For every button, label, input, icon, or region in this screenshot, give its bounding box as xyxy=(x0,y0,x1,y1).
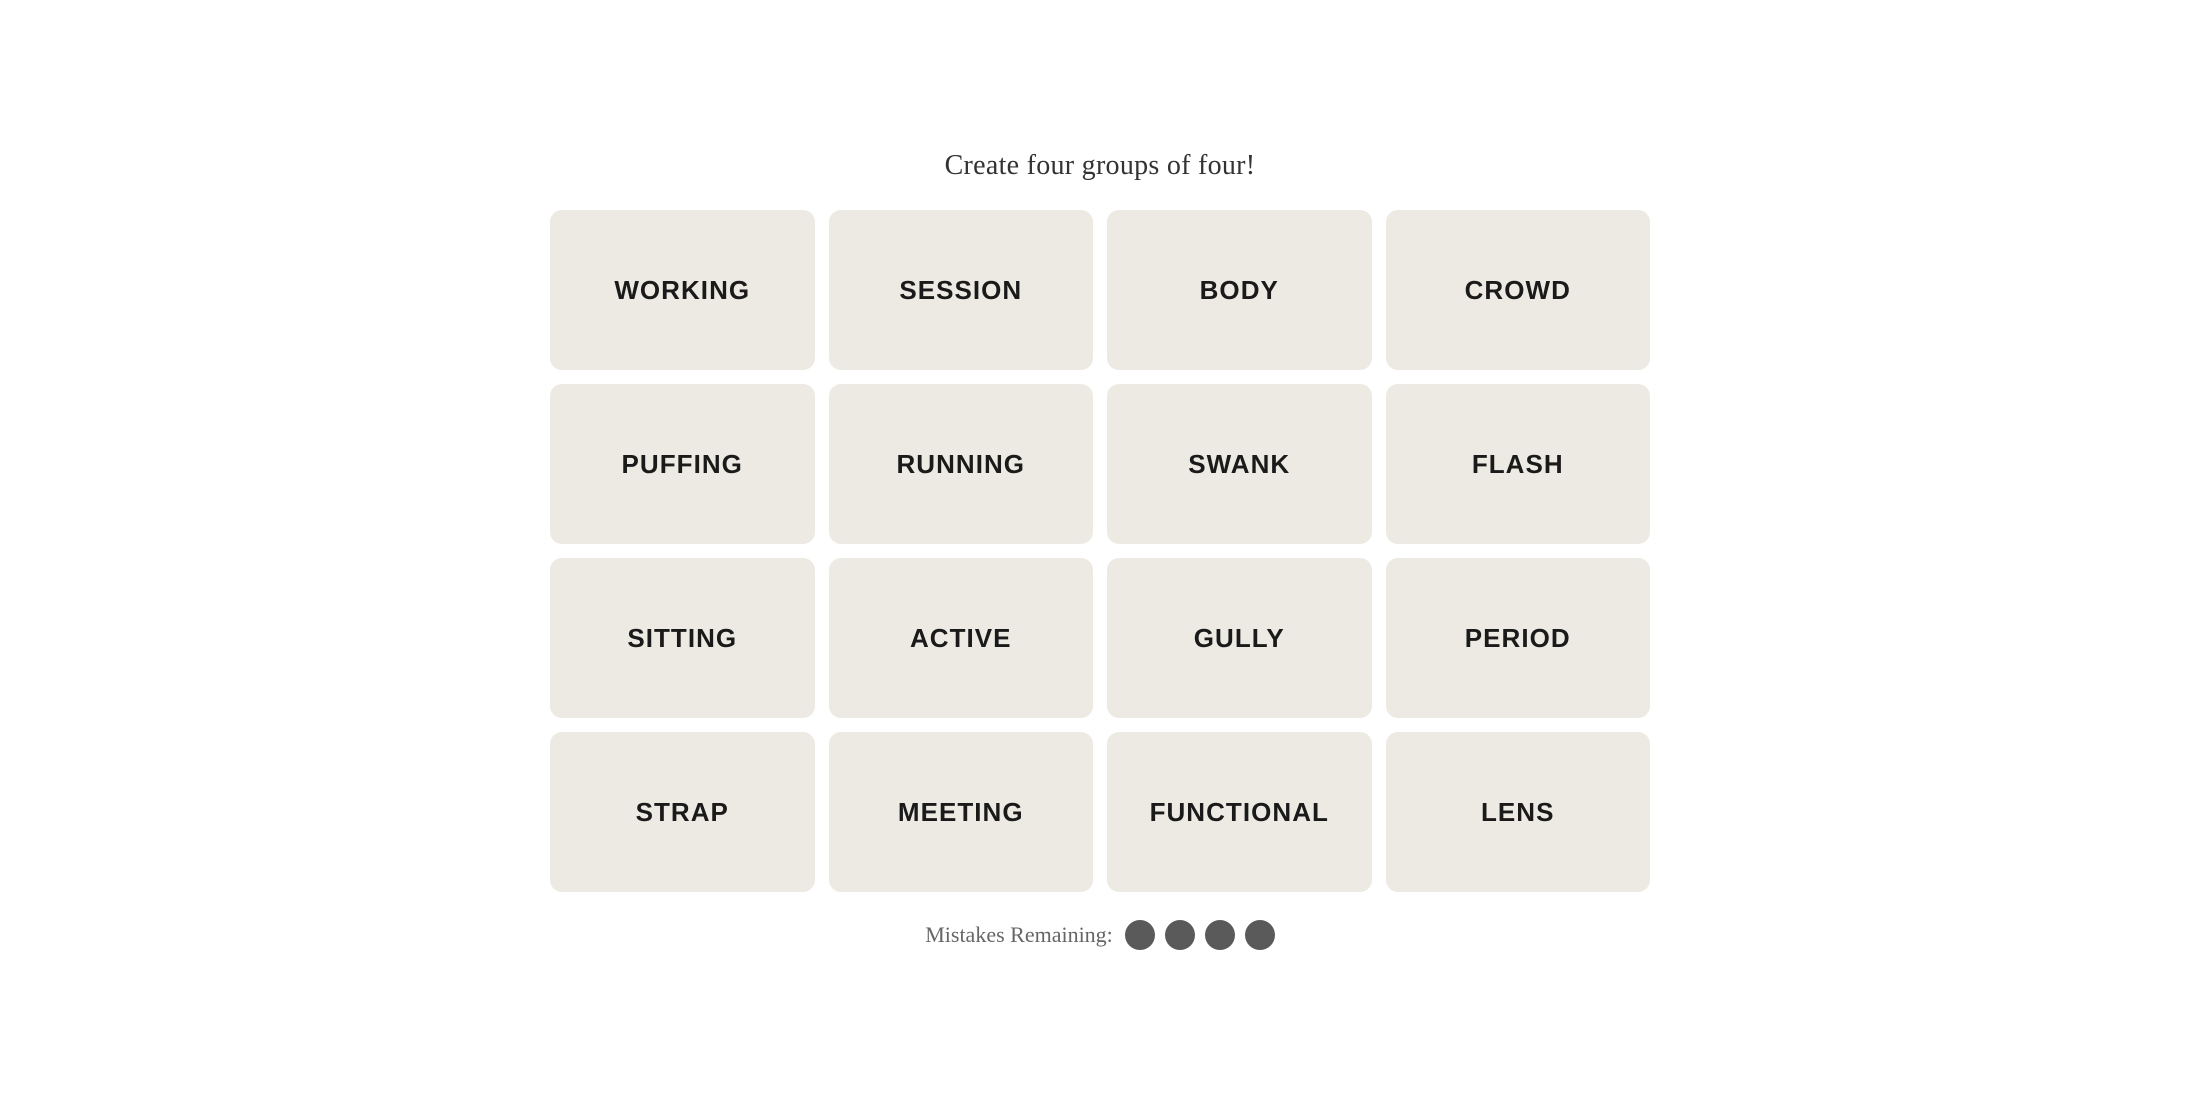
word-card-strap[interactable]: STRAP xyxy=(550,732,815,892)
word-text-gully: GULLY xyxy=(1194,623,1285,654)
word-card-body[interactable]: BODY xyxy=(1107,210,1372,370)
word-text-running: RUNNING xyxy=(896,449,1025,480)
word-text-period: PERIOD xyxy=(1465,623,1571,654)
mistake-dot-1 xyxy=(1125,920,1155,950)
word-card-swank[interactable]: SWANK xyxy=(1107,384,1372,544)
word-card-lens[interactable]: LENS xyxy=(1386,732,1651,892)
word-card-flash[interactable]: FLASH xyxy=(1386,384,1651,544)
word-card-gully[interactable]: GULLY xyxy=(1107,558,1372,718)
word-text-puffing: PUFFING xyxy=(622,449,743,480)
word-text-body: BODY xyxy=(1200,275,1279,306)
word-text-lens: LENS xyxy=(1481,797,1555,828)
word-card-working[interactable]: WORKING xyxy=(550,210,815,370)
word-card-sitting[interactable]: SITTING xyxy=(550,558,815,718)
word-text-flash: FLASH xyxy=(1472,449,1564,480)
mistake-dot-2 xyxy=(1165,920,1195,950)
word-card-active[interactable]: ACTIVE xyxy=(829,558,1094,718)
word-text-strap: STRAP xyxy=(636,797,729,828)
word-card-period[interactable]: PERIOD xyxy=(1386,558,1651,718)
mistakes-row: Mistakes Remaining: xyxy=(925,920,1275,950)
mistakes-dots xyxy=(1125,920,1275,950)
mistake-dot-4 xyxy=(1245,920,1275,950)
word-card-running[interactable]: RUNNING xyxy=(829,384,1094,544)
word-text-active: ACTIVE xyxy=(910,623,1012,654)
word-card-meeting[interactable]: MEETING xyxy=(829,732,1094,892)
mistake-dot-3 xyxy=(1205,920,1235,950)
word-card-crowd[interactable]: CROWD xyxy=(1386,210,1651,370)
game-container: Create four groups of four! WORKING SESSI… xyxy=(550,150,1650,950)
word-text-sitting: SITTING xyxy=(627,623,737,654)
mistakes-label: Mistakes Remaining: xyxy=(925,922,1113,948)
word-text-session: SESSION xyxy=(899,275,1022,306)
word-card-functional[interactable]: FUNCTIONAL xyxy=(1107,732,1372,892)
word-grid: WORKING SESSION BODY CROWD PUFFING RUNNING SWA… xyxy=(550,210,1650,892)
word-text-crowd: CROWD xyxy=(1465,275,1571,306)
word-text-functional: FUNCTIONAL xyxy=(1150,797,1329,828)
word-text-meeting: MEETING xyxy=(898,797,1024,828)
word-card-session[interactable]: SESSION xyxy=(829,210,1094,370)
game-subtitle: Create four groups of four! xyxy=(945,150,1256,182)
word-card-puffing[interactable]: PUFFING xyxy=(550,384,815,544)
word-text-working: WORKING xyxy=(614,275,750,306)
word-text-swank: SWANK xyxy=(1188,449,1290,480)
